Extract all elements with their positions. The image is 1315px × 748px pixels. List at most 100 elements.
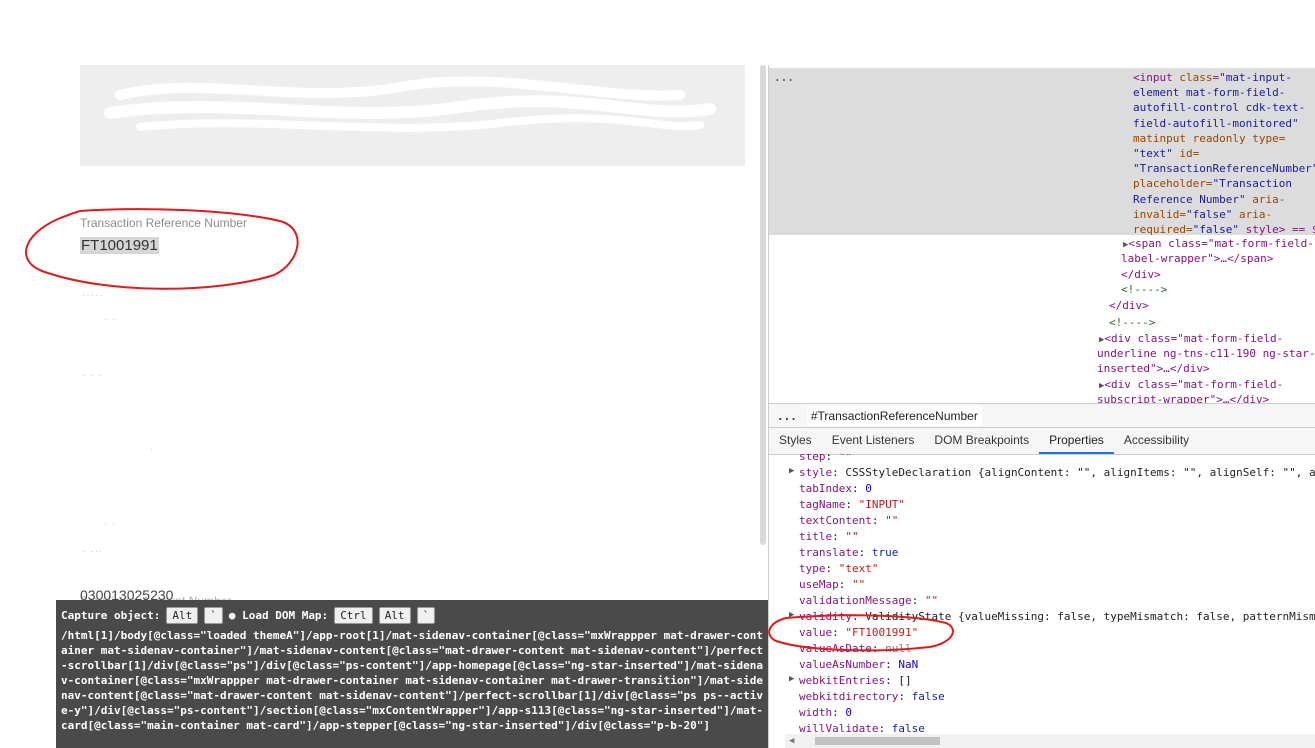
property-separator: : (832, 626, 846, 639)
property-key: valueAsNumber (799, 658, 886, 671)
property-value: "" (924, 594, 939, 607)
property-row[interactable]: step: "" (799, 454, 852, 465)
redacted-card (80, 65, 745, 166)
code-line: </div> (1121, 268, 1161, 281)
tab-styles[interactable]: Styles (769, 428, 822, 454)
tab-dom-breakpoints[interactable]: DOM Breakpoints (924, 428, 1039, 454)
breadcrumb-ellipsis-icon[interactable]: ... (777, 410, 797, 423)
property-separator: : (885, 658, 899, 671)
property-key: willValidate (799, 722, 879, 734)
property-key: tagName (799, 498, 846, 511)
property-key: width (799, 706, 833, 719)
property-row[interactable]: value: "FT1001991" (799, 625, 918, 641)
property-value: "FT1001991" (845, 626, 919, 639)
property-row[interactable]: style: CSSStyleDeclaration {alignContent… (799, 465, 1315, 481)
code-token: id= (1172, 147, 1200, 161)
property-row[interactable]: translate: true (799, 545, 898, 561)
property-value: true (871, 546, 899, 559)
tab-event-listeners[interactable]: Event Listeners (822, 428, 925, 454)
tab-properties[interactable]: Properties (1039, 428, 1114, 454)
horizontal-scrollbar[interactable]: ◀ (785, 734, 1315, 748)
property-separator: : (832, 706, 846, 719)
property-row[interactable]: webkitEntries: [] (799, 673, 912, 689)
faint-text: ····· (82, 290, 104, 301)
property-row[interactable]: validity: ValidityState {valueMissing: f… (799, 609, 1315, 625)
property-row[interactable]: tabIndex: 0 (799, 481, 872, 497)
tab-accessibility[interactable]: Accessibility (1114, 428, 1199, 454)
selected-input-node[interactable]: <input class="mat-input- element mat-for… (1133, 70, 1315, 237)
xpath-text: /html[1]/body[@class="loaded themeA"]/ap… (61, 629, 763, 732)
property-row[interactable]: validationMessage: "" (799, 593, 938, 609)
code-token: "false" (1185, 207, 1233, 221)
property-row[interactable]: title: "" (799, 529, 859, 545)
property-row[interactable]: useMap: "" (799, 577, 865, 593)
code-token: matinput readonly type= (1133, 131, 1286, 145)
property-value: "" (838, 454, 852, 463)
property-separator: : (832, 530, 846, 543)
faint-text: · · · (82, 370, 103, 381)
expand-triangle-icon[interactable]: ▶ (789, 674, 794, 684)
property-row[interactable]: webkitdirectory: false (799, 689, 945, 705)
code-token: style> == $ (1238, 223, 1315, 237)
capture-overlay: Capture object: Alt ` ● Load DOM Map: Ct… (56, 600, 768, 748)
breadcrumb-item[interactable]: #TransactionReferenceNumber (806, 406, 982, 426)
code-token: "false" (1192, 223, 1239, 237)
key-backtick: ` (416, 606, 436, 624)
faint-text: · · (104, 518, 117, 529)
code-token: autofill-control cdk-text- (1133, 101, 1306, 115)
key-backtick: ` (204, 606, 223, 624)
code-token: <div class="mat-form-field- (1104, 378, 1284, 391)
property-value: [] (898, 674, 912, 687)
capture-shortcut-row: Capture object: Alt ` ● Load DOM Map: Ct… (61, 604, 763, 626)
property-separator: : (825, 454, 839, 463)
faint-text: · (150, 444, 155, 455)
page-scrollbar[interactable] (760, 65, 766, 545)
property-row[interactable]: willValidate: false (799, 721, 925, 734)
code-line: <!----> (1121, 283, 1168, 296)
property-row[interactable]: width: 0 (799, 705, 852, 721)
property-key: useMap (799, 578, 839, 591)
code-token: "mat-input- (1219, 71, 1292, 84)
code-token: field-autofill-monitored" (1133, 116, 1299, 130)
redaction-scribble-icon (104, 76, 716, 132)
expand-triangle-icon[interactable]: ▶ (789, 610, 794, 620)
key-alt: Alt (378, 606, 411, 624)
elements-tree: ... <input class="mat-input- element mat… (769, 65, 1315, 403)
property-separator: : (858, 546, 872, 559)
property-row[interactable]: textContent: "" (799, 513, 898, 529)
code-line: <!----> (1109, 316, 1156, 329)
transaction-reference-value[interactable]: FT1001991 (80, 237, 159, 254)
code-token: <div class="mat-form-field- (1104, 332, 1284, 345)
code-token: "text" (1133, 147, 1173, 161)
property-value: false (911, 690, 945, 703)
code-token: input (1139, 71, 1173, 84)
property-value: "" (845, 530, 859, 543)
property-key: tabIndex (799, 482, 852, 495)
property-separator: : (838, 578, 852, 591)
property-row[interactable]: tagName: "INPUT" (799, 497, 905, 513)
property-row[interactable]: valueAsDate: null (799, 641, 912, 657)
property-row[interactable]: type: "text" (799, 561, 879, 577)
scroll-left-icon[interactable]: ◀ (789, 736, 794, 746)
transaction-reference-label: Transaction Reference Number (80, 216, 247, 230)
node-ellipsis-icon[interactable]: ... (774, 71, 794, 84)
scrollbar-thumb[interactable] (815, 737, 940, 745)
property-value: ValidityState {valueMissing: false, type… (865, 610, 1315, 623)
property-separator: : (851, 610, 866, 623)
load-dom-map-label: ● Load DOM Map: (228, 608, 329, 622)
code-token: element mat-form-field- (1133, 86, 1286, 100)
property-row[interactable]: valueAsNumber: NaN (799, 657, 918, 673)
property-value: false (891, 722, 925, 734)
code-token: invalid= (1133, 207, 1186, 221)
code-token: aria- (1232, 207, 1273, 221)
code-line: inserted">…</div> (1097, 362, 1210, 375)
property-key: style (799, 466, 833, 479)
expand-triangle-icon[interactable]: ▶ (789, 466, 794, 476)
property-separator: : (832, 466, 846, 479)
code-token: <span class="mat-form-field- (1128, 237, 1314, 250)
property-value: 0 (845, 706, 852, 719)
property-key: validationMessage (799, 594, 912, 607)
property-separator: : (871, 642, 886, 655)
property-key: validity (799, 610, 852, 623)
property-key: value (799, 626, 833, 639)
